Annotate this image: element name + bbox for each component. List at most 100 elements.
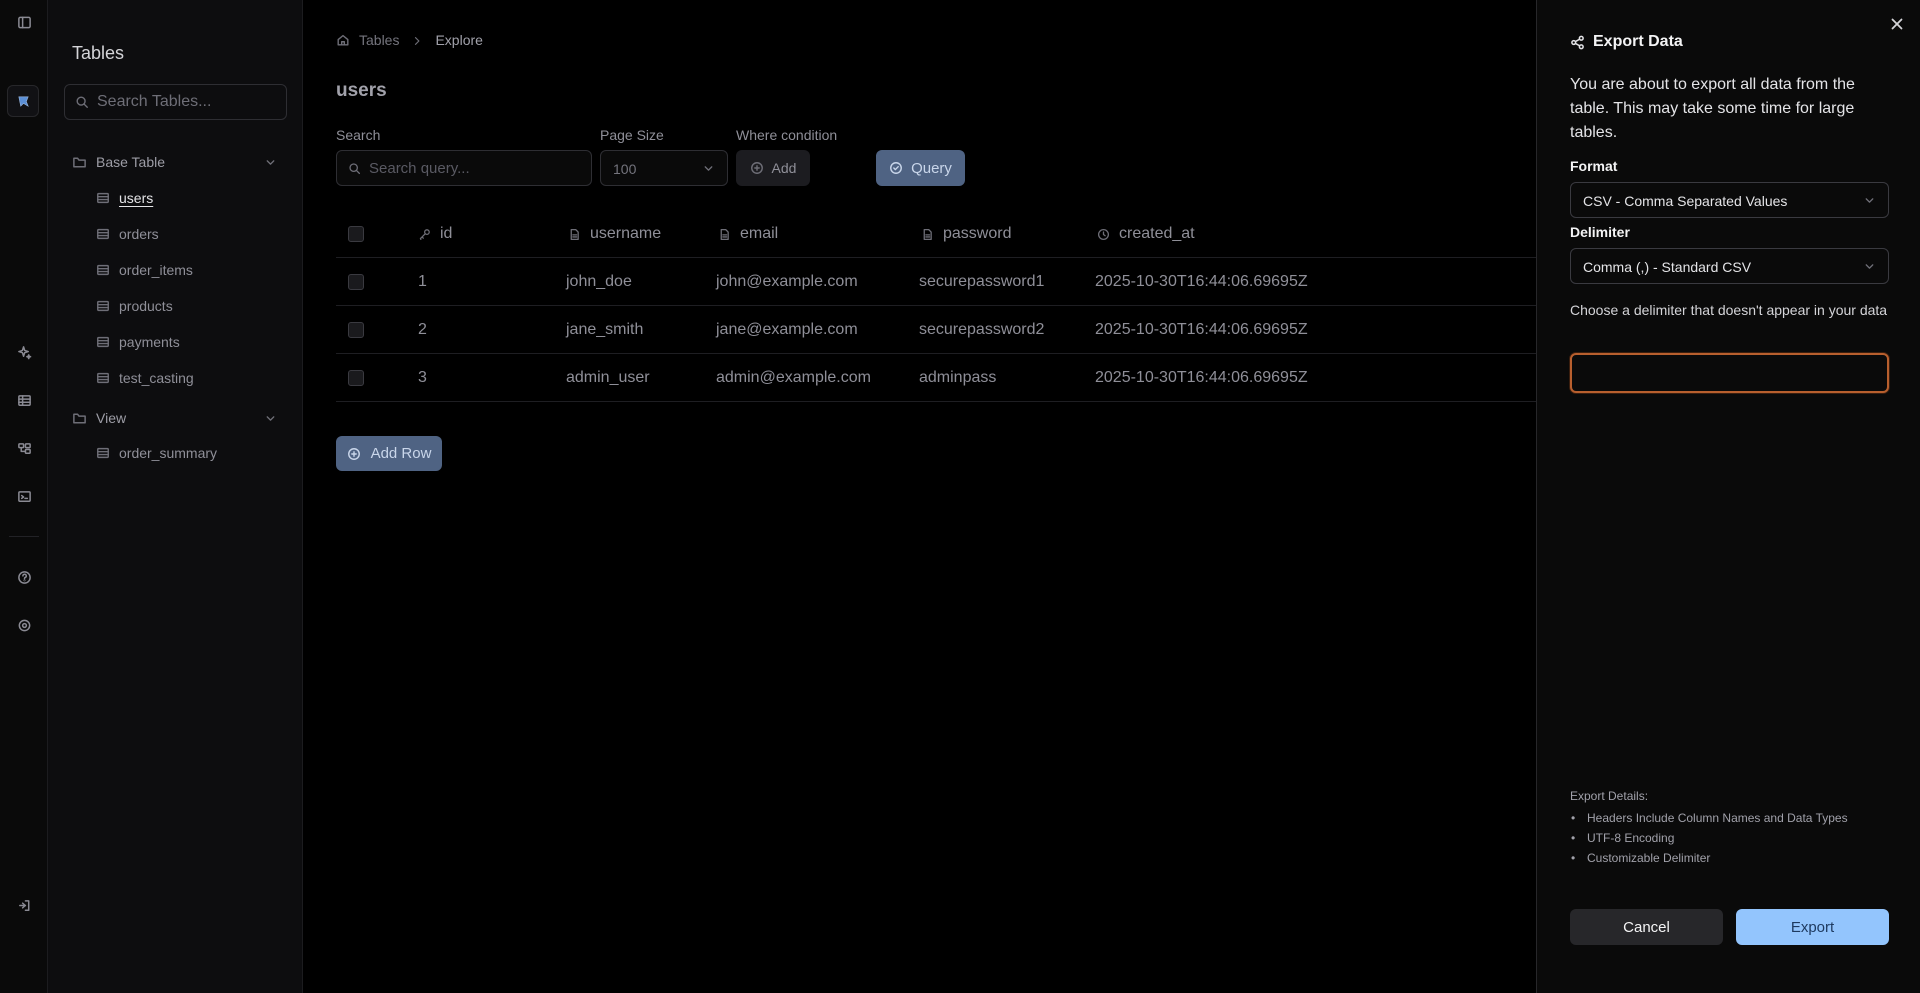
help-icon[interactable] (12, 565, 36, 589)
export-data-panel: Export Data You are about to export all … (1536, 0, 1920, 993)
page-size-select[interactable]: 100 (600, 150, 728, 186)
row-select-cell (348, 258, 364, 306)
group-label: Base Table (96, 154, 166, 170)
column-header-id[interactable]: id (418, 210, 452, 258)
rail-divider (9, 536, 39, 537)
page-size-label: Page Size (600, 127, 664, 143)
schema-diagram-icon[interactable] (12, 436, 36, 460)
table-search-field[interactable] (64, 84, 287, 120)
delimiter-help-text: Choose a delimiter that doesn't appear i… (1570, 302, 1888, 318)
sidebar-item-order-items[interactable]: order_items (96, 258, 286, 282)
cell-created-at[interactable]: 2025-10-30T16:44:06.69695Z (1095, 258, 1308, 306)
table-search-input[interactable] (97, 85, 282, 119)
cell-id[interactable]: 1 (418, 258, 427, 306)
delimiter-label: Delimiter (1570, 224, 1630, 240)
sidebar-item-orders[interactable]: orders (96, 222, 286, 246)
logout-icon[interactable] (12, 893, 36, 917)
row-select-cell (348, 354, 364, 402)
sidebar-item-order-summary[interactable]: order_summary (96, 441, 286, 465)
sidebar-item-label: payments (119, 334, 180, 350)
export-button[interactable]: Export (1736, 909, 1889, 945)
ai-sparkle-icon[interactable] (12, 340, 36, 364)
custom-delimiter-input[interactable] (1572, 355, 1887, 391)
cell-id[interactable]: 2 (418, 306, 427, 354)
query-search-field[interactable] (336, 150, 592, 186)
export-detail-item: Headers Include Column Names and Data Ty… (1570, 808, 1848, 828)
cell-password[interactable]: securepassword2 (919, 306, 1044, 354)
export-details-list: Headers Include Column Names and Data Ty… (1570, 808, 1848, 868)
add-row-button[interactable]: Add Row (336, 436, 442, 471)
column-header-email[interactable]: email (718, 210, 778, 258)
table-row[interactable]: 2 jane_smith jane@example.com securepass… (336, 306, 1536, 354)
cell-created-at[interactable]: 2025-10-30T16:44:06.69695Z (1095, 354, 1308, 402)
cell-email[interactable]: admin@example.com (716, 354, 871, 402)
delimiter-select[interactable]: Comma (,) - Standard CSV (1570, 248, 1889, 284)
chevron-down-icon[interactable] (264, 412, 277, 425)
table-row[interactable]: 1 john_doe john@example.com securepasswo… (336, 258, 1536, 306)
custom-delimiter-field[interactable] (1570, 353, 1889, 393)
tables-icon[interactable] (12, 388, 36, 412)
cell-id[interactable]: 3 (418, 354, 427, 402)
close-icon[interactable] (1888, 15, 1906, 33)
cell-username[interactable]: john_doe (566, 258, 632, 306)
breadcrumb-tables[interactable]: Tables (359, 32, 399, 48)
add-condition-label: Add (771, 160, 797, 176)
add-condition-button[interactable]: Add (736, 150, 810, 186)
cell-password[interactable]: securepassword1 (919, 258, 1044, 306)
cell-username[interactable]: admin_user (566, 354, 650, 402)
cell-created-at[interactable]: 2025-10-30T16:44:06.69695Z (1095, 306, 1308, 354)
select-all-cell (348, 210, 364, 258)
chevron-down-icon (702, 162, 715, 175)
file-text-icon (921, 228, 934, 241)
cell-email[interactable]: jane@example.com (716, 306, 858, 354)
settings-icon[interactable] (12, 613, 36, 637)
sidebar-item-products[interactable]: products (96, 294, 286, 318)
sidebar-item-test-casting[interactable]: test_casting (96, 366, 286, 390)
database-logo-icon[interactable] (7, 85, 39, 117)
table-icon (96, 371, 110, 385)
folder-icon (72, 411, 87, 426)
sidebar-toggle-icon[interactable] (12, 10, 36, 34)
terminal-icon[interactable] (12, 484, 36, 508)
sidebar-item-users[interactable]: users (96, 186, 286, 210)
chevron-down-icon (1863, 260, 1876, 273)
group-base-table[interactable]: Base Table (72, 150, 287, 174)
table-header: id username email password created_at (336, 210, 1536, 258)
sidebar-item-label: users (119, 190, 154, 206)
page-title: users (336, 80, 387, 101)
sidebar-item-payments[interactable]: payments (96, 330, 286, 354)
cell-username[interactable]: jane_smith (566, 306, 643, 354)
folder-icon (72, 155, 87, 170)
sidebar-item-label: orders (119, 226, 159, 242)
cell-email[interactable]: john@example.com (716, 258, 858, 306)
column-header-label: id (440, 225, 453, 242)
panel-description: You are about to export all data from th… (1570, 76, 1855, 141)
cancel-button[interactable]: Cancel (1570, 909, 1723, 945)
table-row[interactable]: 3 admin_user admin@example.com adminpass… (336, 354, 1536, 402)
format-select[interactable]: CSV - Comma Separated Values (1570, 182, 1889, 218)
select-all-checkbox[interactable] (348, 226, 364, 242)
table-icon (96, 263, 110, 277)
column-header-username[interactable]: username (568, 210, 661, 258)
chevron-down-icon (1863, 194, 1876, 207)
export-detail-item: UTF-8 Encoding (1570, 828, 1848, 848)
sidebar-item-label: order_items (119, 262, 193, 278)
row-checkbox[interactable] (348, 370, 364, 386)
cell-password[interactable]: adminpass (919, 354, 996, 402)
row-checkbox[interactable] (348, 274, 364, 290)
file-text-icon (568, 228, 581, 241)
group-view[interactable]: View (72, 406, 287, 430)
where-condition-label: Where condition (736, 127, 838, 143)
sidebar-item-label: test_casting (119, 370, 194, 386)
column-header-label: password (943, 225, 1012, 242)
check-circle-icon (889, 161, 903, 175)
query-button[interactable]: Query (876, 150, 965, 186)
column-header-password[interactable]: password (921, 210, 1011, 258)
chevron-down-icon[interactable] (264, 156, 277, 169)
column-header-created-at[interactable]: created_at (1097, 210, 1195, 258)
home-icon[interactable] (336, 33, 350, 47)
query-label: Query (911, 159, 952, 177)
chevron-right-icon (411, 34, 423, 46)
query-search-input[interactable] (369, 151, 584, 185)
row-checkbox[interactable] (348, 322, 364, 338)
